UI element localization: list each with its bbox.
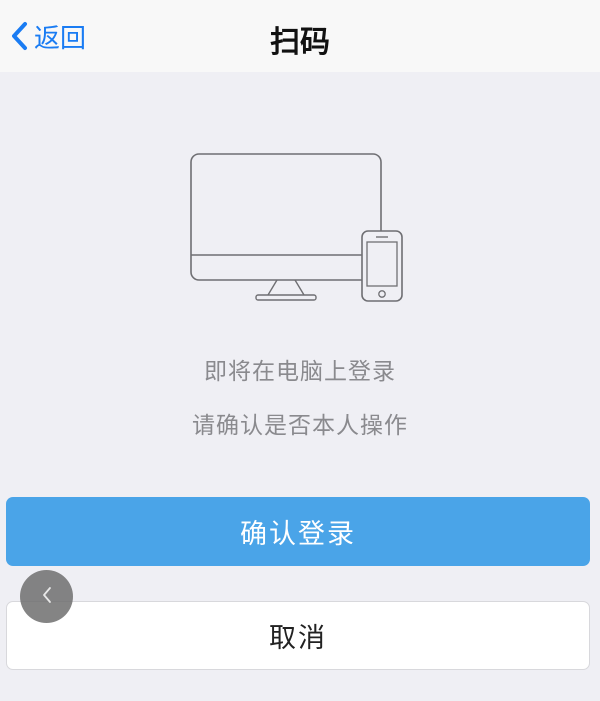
login-notice-text: 即将在电脑上登录 (204, 359, 396, 385)
navigation-bar: 返回 扫码 (0, 0, 600, 72)
page-title: 扫码 (270, 25, 330, 60)
confirm-prompt-text: 请确认是否本人操作 (192, 413, 408, 439)
confirm-login-button[interactable]: 确认登录 (6, 497, 590, 566)
cancel-label: 取消 (269, 623, 327, 654)
chevron-left-icon (40, 584, 54, 610)
computer-phone-icon (180, 145, 420, 315)
cancel-button[interactable]: 取消 (6, 601, 590, 670)
floating-back-button[interactable] (20, 570, 73, 623)
confirm-login-label: 确认登录 (240, 519, 356, 550)
